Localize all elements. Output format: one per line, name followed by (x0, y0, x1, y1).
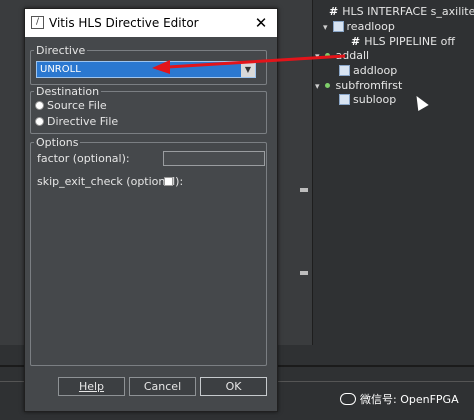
destination-group: Destination Source File Directive File (30, 85, 267, 134)
outline-item[interactable]: #HLS INTERFACE s_axilite pc (329, 4, 474, 19)
radio-icon[interactable] (35, 117, 44, 126)
radio-icon[interactable] (35, 101, 44, 110)
outline-item[interactable]: ▾ addall (315, 48, 369, 63)
pragma-icon: # (329, 5, 339, 18)
expand-icon[interactable]: ▾ (315, 52, 320, 62)
factor-label: factor (optional): (37, 152, 130, 165)
directive-select[interactable]: UNROLL ▼ (36, 61, 256, 78)
function-icon (324, 83, 330, 88)
skip-exit-check-checkbox[interactable] (164, 177, 173, 186)
help-button[interactable]: Help (58, 377, 125, 396)
source-file-radio[interactable]: Source File (35, 98, 107, 114)
destination-group-label: Destination (34, 85, 102, 98)
directive-group: Directive UNROLL ▼ (30, 44, 267, 85)
directive-file-label: Directive File (47, 115, 119, 128)
loop-icon (332, 21, 344, 32)
outline-item[interactable]: ▾ readloop (323, 19, 395, 34)
directive-group-label: Directive (34, 44, 88, 57)
loop-icon (339, 65, 350, 76)
directive-select-value: UNROLL (40, 64, 81, 75)
source-file-label: Source File (47, 99, 107, 112)
ok-button[interactable]: OK (200, 377, 267, 396)
scroll-marker (300, 188, 308, 192)
function-icon (324, 53, 330, 58)
wechat-icon (340, 393, 356, 405)
options-group: Options factor (optional): skip_exit_che… (30, 136, 267, 366)
dialog-title: Vitis HLS Directive Editor (49, 16, 199, 30)
outline-item[interactable]: # HLS PIPELINE off (351, 34, 455, 49)
pragma-icon: # (351, 35, 361, 48)
expand-icon[interactable]: ▾ (323, 23, 328, 33)
cancel-button[interactable]: Cancel (129, 377, 196, 396)
scroll-marker (300, 271, 308, 275)
directive-file-radio[interactable]: Directive File (35, 114, 118, 130)
watermark: 微信号: OpenFPGA (340, 391, 459, 407)
factor-input[interactable] (163, 151, 265, 166)
vitis-app-icon: / (31, 16, 44, 29)
outline-item[interactable]: ▾ subfromfirst (315, 78, 402, 93)
directive-editor-dialog: / Vitis HLS Directive Editor ✕ Directive… (24, 8, 278, 412)
options-group-label: Options (34, 136, 81, 149)
chevron-down-icon[interactable]: ▼ (241, 62, 255, 77)
loop-icon (339, 94, 350, 105)
outline-item[interactable]: addloop (339, 63, 397, 78)
close-icon[interactable]: ✕ (249, 13, 273, 33)
skip-exit-check-label: skip_exit_check (optional): (37, 175, 184, 188)
expand-icon[interactable]: ▾ (315, 82, 320, 92)
dialog-titlebar[interactable]: / Vitis HLS Directive Editor ✕ (25, 9, 277, 37)
outline-item[interactable]: subloop (339, 92, 396, 107)
outline-panel: #HLS INTERFACE s_axilite pc ▾readloop #H… (312, 0, 474, 345)
watermark-text: 微信号: OpenFPGA (360, 393, 459, 406)
